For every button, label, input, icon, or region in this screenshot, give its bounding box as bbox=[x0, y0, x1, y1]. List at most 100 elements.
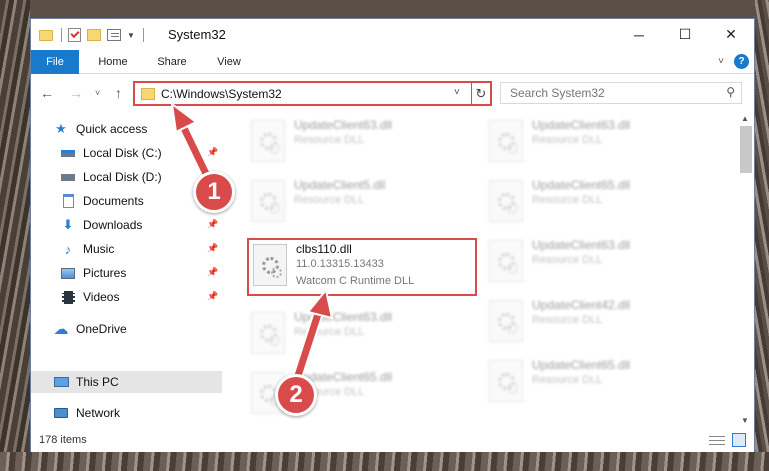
desktop-background-left bbox=[0, 0, 30, 471]
file-name: UpdateClient63.dll bbox=[532, 238, 631, 252]
quick-access-toolbar: ▼ bbox=[39, 28, 144, 42]
dll-file-icon bbox=[251, 180, 285, 222]
title-bar: ▼ System32 ─ ☐ ✕ bbox=[31, 19, 754, 50]
maximize-button[interactable]: ☐ bbox=[662, 19, 708, 50]
sidebar-item-label: Quick access bbox=[76, 122, 148, 136]
tab-file[interactable]: File bbox=[31, 50, 79, 74]
dll-file-icon bbox=[251, 312, 285, 354]
file-description: Resource DLL bbox=[532, 254, 603, 266]
pin-icon: 📌 bbox=[207, 243, 219, 253]
dll-file-icon bbox=[251, 120, 285, 162]
expand-ribbon-chevron-icon[interactable]: ˅ bbox=[718, 56, 724, 67]
file-item[interactable]: UpdateClient63.dll Resource DLL bbox=[485, 236, 715, 288]
sidebar-item-music[interactable]: ♪ Music 📌 bbox=[31, 238, 222, 260]
sidebar-item-label: Network bbox=[76, 406, 121, 420]
file-name: UpdateClient5.dll bbox=[294, 178, 386, 192]
file-item[interactable]: UpdateClient63.dll Resource DLL bbox=[247, 116, 477, 168]
navigation-pane: ★ Quick access Local Disk (C:) 📌 Local D… bbox=[31, 112, 222, 429]
file-version: 11.0.13315.13433 bbox=[296, 258, 384, 270]
videos-icon bbox=[60, 289, 76, 305]
close-button[interactable]: ✕ bbox=[708, 19, 754, 50]
file-item-clbs110-dll[interactable]: clbs110.dll 11.0.13315.13433 Watcom C Ru… bbox=[247, 238, 477, 296]
search-input[interactable] bbox=[501, 83, 716, 103]
status-bar: 178 items bbox=[31, 429, 754, 452]
sidebar-item-label: This PC bbox=[76, 375, 119, 389]
sidebar-item-pictures[interactable]: Pictures 📌 bbox=[31, 262, 222, 284]
drive-icon bbox=[60, 169, 76, 185]
scroll-down-arrow-icon[interactable]: ▼ bbox=[741, 416, 749, 425]
address-path[interactable]: C:\Windows\System32 bbox=[161, 87, 282, 101]
minimize-button[interactable]: ─ bbox=[616, 19, 662, 50]
pin-icon: 📌 bbox=[207, 267, 219, 277]
file-name: UpdateClient65.dll bbox=[532, 178, 631, 192]
ribbon-tabs: File Home Share View ˅ ? bbox=[31, 50, 754, 74]
up-arrow-icon[interactable]: ↑ bbox=[115, 85, 122, 101]
tab-home[interactable]: Home bbox=[87, 50, 139, 74]
properties-icon[interactable] bbox=[68, 28, 81, 42]
sidebar-item-label: OneDrive bbox=[76, 322, 127, 336]
documents-icon bbox=[60, 193, 76, 209]
sidebar-item-label: Local Disk (D:) bbox=[83, 170, 162, 184]
sidebar-item-label: Local Disk (C:) bbox=[83, 146, 162, 160]
recent-locations-dropdown-icon[interactable]: ˅ bbox=[95, 88, 100, 98]
tab-view[interactable]: View bbox=[203, 50, 255, 74]
file-name: UpdateClient42.dll bbox=[532, 298, 631, 312]
folder-icon bbox=[141, 88, 155, 100]
computer-icon bbox=[53, 374, 69, 390]
folder-icon bbox=[39, 29, 53, 41]
star-icon: ★ bbox=[55, 121, 67, 136]
new-folder-icon[interactable] bbox=[87, 29, 101, 41]
scrollbar-thumb[interactable] bbox=[740, 126, 752, 173]
help-icon[interactable]: ? bbox=[734, 54, 749, 69]
forward-arrow-icon[interactable]: → bbox=[69, 85, 83, 101]
sidebar-item-label: Documents bbox=[83, 194, 144, 208]
file-item[interactable]: UpdateClient5.dll Resource DLL bbox=[247, 176, 477, 228]
file-description: Resource DLL bbox=[294, 134, 365, 146]
view-options-icon[interactable] bbox=[107, 29, 121, 41]
drive-icon bbox=[60, 145, 76, 161]
cloud-icon: ☁ bbox=[53, 321, 69, 338]
sidebar-item-this-pc[interactable]: This PC bbox=[31, 371, 222, 393]
dll-file-icon bbox=[489, 120, 523, 162]
sidebar-item-network[interactable]: Network bbox=[31, 402, 222, 424]
file-item[interactable]: UpdateClient63.dll Resource DLL bbox=[247, 308, 477, 360]
sidebar-item-quick-access[interactable]: ★ Quick access bbox=[31, 118, 222, 140]
address-bar[interactable]: C:\Windows\System32 ˅ ↻ bbox=[133, 81, 492, 106]
window-controls: ─ ☐ ✕ bbox=[616, 19, 754, 50]
sidebar-item-label: Downloads bbox=[83, 218, 143, 232]
file-description: Resource DLL bbox=[532, 134, 603, 146]
desktop-background-bottom bbox=[0, 452, 769, 471]
dll-file-icon bbox=[489, 240, 523, 282]
network-icon bbox=[53, 405, 69, 421]
sidebar-item-onedrive[interactable]: ☁ OneDrive bbox=[31, 318, 222, 340]
large-icons-view-icon[interactable] bbox=[732, 433, 746, 447]
tab-share[interactable]: Share bbox=[146, 50, 198, 74]
dll-file-icon bbox=[253, 244, 287, 286]
sidebar-item-downloads[interactable]: ⬇ Downloads 📌 bbox=[31, 214, 222, 236]
file-item[interactable]: UpdateClient63.dll Resource DLL bbox=[485, 116, 715, 168]
file-description: Resource DLL bbox=[532, 194, 603, 206]
refresh-icon[interactable]: ↻ bbox=[471, 83, 490, 104]
file-item[interactable]: UpdateClient42.dll Resource DLL bbox=[485, 296, 715, 348]
sidebar-item-label: Pictures bbox=[83, 266, 127, 280]
item-count: 178 items bbox=[39, 434, 87, 446]
download-icon: ⬇ bbox=[62, 217, 74, 232]
search-box[interactable]: ⚲ bbox=[500, 82, 742, 104]
sidebar-item-label: Music bbox=[83, 242, 115, 256]
back-arrow-icon[interactable]: ← bbox=[40, 85, 54, 101]
sidebar-item-local-disk-c[interactable]: Local Disk (C:) 📌 bbox=[31, 142, 222, 164]
file-name: clbs110.dll bbox=[296, 242, 352, 256]
dll-file-icon bbox=[489, 300, 523, 342]
address-dropdown-icon[interactable]: ˅ bbox=[454, 87, 460, 98]
file-item[interactable]: UpdateClient65.dll Resource DLL bbox=[485, 176, 715, 228]
sidebar-item-videos[interactable]: Videos 📌 bbox=[31, 286, 222, 308]
scroll-up-arrow-icon[interactable]: ▲ bbox=[741, 114, 749, 123]
sidebar-item-label: Videos bbox=[83, 290, 120, 304]
vertical-scrollbar[interactable]: ▲ ▼ bbox=[738, 112, 754, 429]
search-icon[interactable]: ⚲ bbox=[726, 85, 735, 99]
music-icon: ♪ bbox=[64, 241, 72, 257]
customize-toolbar-dropdown-icon[interactable]: ▼ bbox=[127, 31, 135, 40]
file-name: UpdateClient63.dll bbox=[532, 118, 631, 132]
file-item[interactable]: UpdateClient65.dll Resource DLL bbox=[485, 356, 715, 408]
details-view-icon[interactable] bbox=[709, 435, 725, 446]
